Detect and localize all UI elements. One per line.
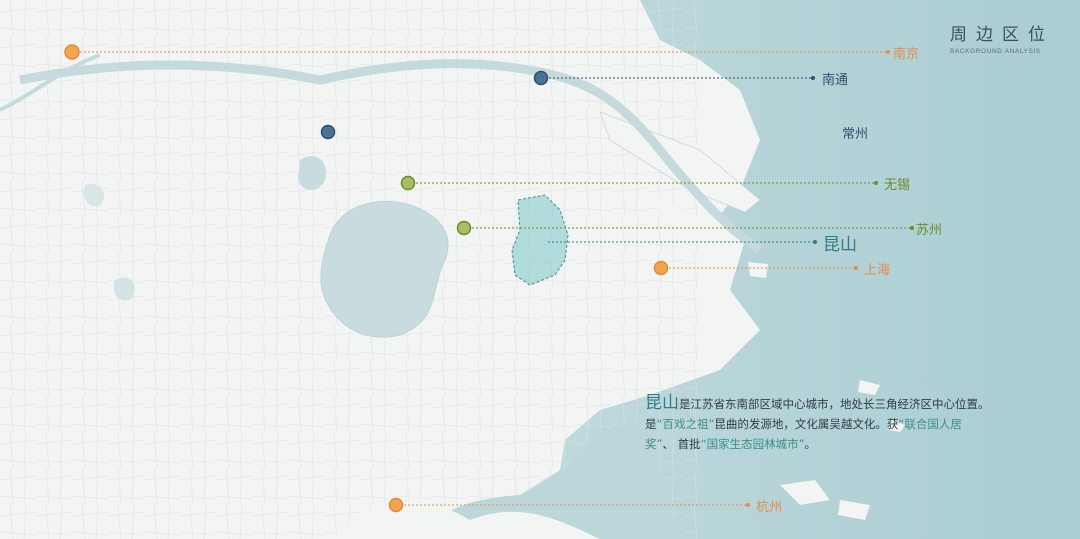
description-line: 是“百戏之祖”昆曲的发源地，文化属吴越文化。获“联合国人居 — [645, 414, 1075, 434]
description-text-segment: 。 — [804, 437, 817, 451]
description-text-segment: 、 首批 — [662, 437, 701, 451]
marker-dot — [854, 266, 858, 270]
city-label: 南通 — [822, 72, 848, 88]
city-label: 南京 — [893, 46, 919, 62]
island — [748, 262, 768, 278]
lake — [298, 156, 326, 190]
city-marker — [388, 497, 404, 513]
city-marker — [64, 44, 80, 60]
description-quote: “联合国人居 — [898, 417, 962, 431]
city-marker — [456, 220, 472, 236]
city-label: 苏州 — [916, 222, 942, 238]
marker-dot — [811, 76, 815, 80]
city-marker — [320, 124, 336, 140]
regional-map: 南京 南通 常州 无锡 苏州 昆山 上海 杭州 — [0, 0, 1080, 539]
description-quote: “百戏之祖” — [656, 417, 715, 431]
marker-dot — [813, 240, 817, 244]
description-quote: 奖” — [645, 437, 663, 451]
marker-dot — [910, 226, 914, 230]
marker-dot — [874, 181, 878, 185]
city-label: 上海 — [864, 263, 890, 278]
city-label: 常州 — [842, 127, 868, 142]
description-quote: “国家生态园林城市” — [700, 437, 805, 451]
page-title: 周边区位 — [950, 25, 1054, 45]
city-label: 昆山 — [823, 235, 857, 255]
city-label: 无锡 — [884, 178, 910, 193]
description-text: 昆山是江苏省东南部区域中心城市，地处长三角经济区中心位置。 是“百戏之祖”昆曲的… — [645, 393, 1075, 454]
title-block: 周边区位 BACKGROUND ANALYSIS — [950, 20, 1062, 55]
city-marker — [400, 175, 416, 191]
description-line: 昆山是江苏省东南部区域中心城市，地处长三角经济区中心位置。 — [645, 393, 1075, 414]
city-marker — [533, 70, 549, 86]
city-marker — [653, 260, 669, 276]
marker-dot — [886, 50, 890, 54]
description-text-segment: 是江苏省东南部区域中心城市，地处长三角经济区中心位置。 — [679, 397, 990, 411]
description-text-segment: 昆曲的发源地，文化属吴越文化。获 — [714, 417, 899, 431]
description-text-segment: 是 — [645, 417, 657, 431]
city-label: 杭州 — [756, 500, 782, 515]
page-subtitle: BACKGROUND ANALYSIS — [950, 48, 1041, 55]
description-line: 奖”、 首批“国家生态园林城市”。 — [645, 434, 1075, 454]
description-highlight-name: 昆山 — [645, 393, 679, 413]
marker-dot — [746, 503, 750, 507]
